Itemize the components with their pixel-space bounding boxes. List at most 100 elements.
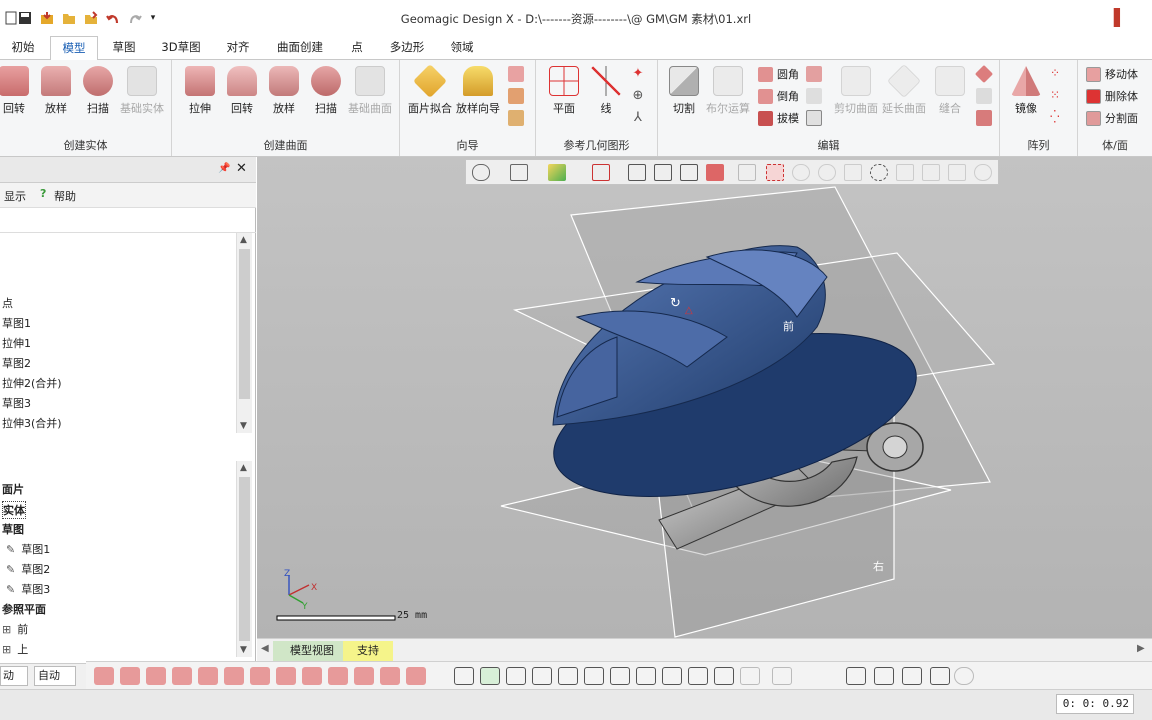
ref-point-2-icon[interactable]: ⊕ bbox=[630, 88, 646, 104]
circular-pattern-icon[interactable]: ⁙ bbox=[1050, 88, 1066, 104]
auto-select[interactable]: 自动 bbox=[34, 666, 76, 686]
trim-surface-button[interactable]: 剪切曲面 bbox=[834, 64, 878, 118]
view-orient-9-icon[interactable] bbox=[662, 667, 682, 685]
tab-point[interactable]: 点 bbox=[340, 36, 374, 60]
wizard-tool-1-icon[interactable] bbox=[508, 66, 524, 82]
mode-select[interactable]: 动 bbox=[0, 666, 28, 686]
revolve-surface-button[interactable]: 回转 bbox=[220, 64, 264, 118]
base-surface-button[interactable]: 基础曲面 bbox=[348, 64, 392, 118]
toggle-display-9-icon[interactable] bbox=[302, 667, 322, 685]
view-orient-3-icon[interactable] bbox=[506, 667, 526, 685]
toggle-display-7-icon[interactable] bbox=[250, 667, 270, 685]
view-orient-4-icon[interactable] bbox=[532, 667, 552, 685]
toggle-display-1-icon[interactable] bbox=[94, 667, 114, 685]
tab-surface-create[interactable]: 曲面创建 bbox=[266, 36, 334, 60]
toggle-display-11-icon[interactable] bbox=[354, 667, 374, 685]
loft-wizard-button[interactable]: 放样向导 bbox=[456, 64, 500, 118]
edit-tool-5-icon[interactable] bbox=[976, 88, 992, 104]
close-panel-icon[interactable]: ✕ bbox=[236, 161, 247, 176]
toggle-display-5-icon[interactable] bbox=[198, 667, 218, 685]
measure-3-icon[interactable] bbox=[902, 667, 922, 685]
tab-model-view[interactable]: 模型视图 bbox=[273, 641, 351, 661]
tree-section[interactable]: 参照平面 bbox=[2, 601, 46, 617]
tab-align[interactable]: 对齐 bbox=[216, 36, 260, 60]
toggle-display-2-icon[interactable] bbox=[120, 667, 140, 685]
edit-tool-1-icon[interactable] bbox=[806, 66, 822, 82]
view-orient-11-icon[interactable] bbox=[714, 667, 734, 685]
view-orient-2-icon[interactable] bbox=[480, 667, 500, 685]
split-face-button[interactable]: 分割面 bbox=[1086, 108, 1138, 128]
edit-tool-4-icon[interactable] bbox=[974, 64, 994, 84]
extrude-surface-button[interactable]: 拉伸 bbox=[178, 64, 222, 118]
tree-section[interactable]: 草图 bbox=[2, 521, 24, 537]
loft-surface-button[interactable]: 放样 bbox=[262, 64, 306, 118]
view-orient-6-icon[interactable] bbox=[584, 667, 604, 685]
measure-2-icon[interactable] bbox=[874, 667, 894, 685]
toggle-display-3-icon[interactable] bbox=[146, 667, 166, 685]
toggle-display-4-icon[interactable] bbox=[172, 667, 192, 685]
fillet-button[interactable]: 圆角 bbox=[758, 64, 799, 84]
tab-support[interactable]: 支持 bbox=[343, 641, 393, 661]
wizard-tool-2-icon[interactable] bbox=[508, 88, 524, 104]
tab-3d-sketch[interactable]: 3D草图 bbox=[150, 36, 212, 60]
scroll-up-icon[interactable]: ▲ bbox=[240, 235, 247, 245]
view-orient-5-icon[interactable] bbox=[558, 667, 578, 685]
view-orient-7-icon[interactable] bbox=[610, 667, 630, 685]
toggle-display-6-icon[interactable] bbox=[224, 667, 244, 685]
stitch-button[interactable]: 缝合 bbox=[928, 64, 972, 118]
toggle-display-13-icon[interactable] bbox=[406, 667, 426, 685]
measure-5-icon[interactable] bbox=[954, 667, 974, 685]
ref-coord-icon[interactable]: ⅄ bbox=[630, 110, 646, 126]
tree-section[interactable]: 实体 bbox=[2, 501, 26, 519]
scroll-up-icon[interactable]: ▲ bbox=[240, 463, 247, 473]
scroll-thumb[interactable] bbox=[239, 477, 250, 641]
edit-tool-3-icon[interactable] bbox=[806, 110, 822, 126]
tab-scroll-left-icon[interactable]: ◀ bbox=[261, 643, 269, 654]
tree-item[interactable]: 草图2 bbox=[2, 355, 31, 371]
view-orient-10-icon[interactable] bbox=[688, 667, 708, 685]
toggle-display-12-icon[interactable] bbox=[380, 667, 400, 685]
tree-item[interactable]: 草图1 bbox=[2, 315, 31, 331]
view-orient-12-icon[interactable] bbox=[740, 667, 760, 685]
tree-item[interactable]: 点 bbox=[2, 295, 13, 311]
edit-tool-6-icon[interactable] bbox=[976, 110, 992, 126]
view-orient-8-icon[interactable] bbox=[636, 667, 656, 685]
tree-item[interactable]: ⊞ 前 bbox=[2, 621, 28, 637]
tree-item[interactable]: 草图3 bbox=[2, 395, 31, 411]
tree-item[interactable]: 拉伸2(合并) bbox=[2, 375, 62, 391]
tab-scroll-right-icon[interactable]: ▶ bbox=[1137, 643, 1145, 654]
tree-item[interactable]: ✎ 草图2 bbox=[6, 561, 50, 577]
tree-section[interactable]: 面片 bbox=[2, 481, 24, 497]
search-row[interactable] bbox=[0, 207, 256, 233]
tab-model[interactable]: 模型 bbox=[50, 36, 98, 60]
plane-button[interactable]: 平面 bbox=[542, 64, 586, 118]
viewport-3d[interactable]: ↻ △ Z X Y 前 右 25 mm bbox=[257, 157, 1152, 638]
sweep-surface-button[interactable]: 扫描 bbox=[304, 64, 348, 118]
tab-sketch[interactable]: 草图 bbox=[102, 36, 146, 60]
extend-surface-button[interactable]: 延长曲面 bbox=[882, 64, 926, 118]
pin-icon[interactable]: 📌 bbox=[218, 163, 230, 174]
curve-pattern-icon[interactable]: ⁛ bbox=[1050, 110, 1066, 126]
line-button[interactable]: 线 bbox=[584, 64, 628, 118]
cut-button[interactable]: 切割 bbox=[662, 64, 706, 118]
scroll-down-icon[interactable]: ▼ bbox=[240, 421, 247, 431]
display-button[interactable]: 显示 bbox=[4, 188, 26, 204]
close-window-icon[interactable]: ▌ bbox=[1114, 8, 1126, 27]
tree-item[interactable]: 拉伸3(合并) bbox=[2, 415, 62, 431]
boolean-button[interactable]: 布尔运算 bbox=[706, 64, 750, 118]
measure-4-icon[interactable] bbox=[930, 667, 950, 685]
tree-item[interactable]: ⊞ 上 bbox=[2, 641, 28, 657]
linear-pattern-icon[interactable]: ⁘ bbox=[1050, 66, 1066, 82]
mirror-button[interactable]: 镜像 bbox=[1004, 64, 1048, 118]
view-orient-1-icon[interactable] bbox=[454, 667, 474, 685]
tree-item[interactable]: ✎ 草图3 bbox=[6, 581, 50, 597]
loft-solid-button[interactable]: 放样 bbox=[34, 64, 78, 118]
delete-body-button[interactable]: 删除体 bbox=[1086, 86, 1138, 106]
ref-point-icon[interactable]: ✦ bbox=[630, 66, 646, 82]
toggle-display-10-icon[interactable] bbox=[328, 667, 348, 685]
base-solid-button[interactable]: 基础实体 bbox=[120, 64, 164, 118]
tree-item[interactable]: ✎ 草图1 bbox=[6, 541, 50, 557]
toggle-display-8-icon[interactable] bbox=[276, 667, 296, 685]
edit-tool-2-icon[interactable] bbox=[806, 88, 822, 104]
mesh-fit-button[interactable]: 面片拟合 bbox=[408, 64, 452, 118]
